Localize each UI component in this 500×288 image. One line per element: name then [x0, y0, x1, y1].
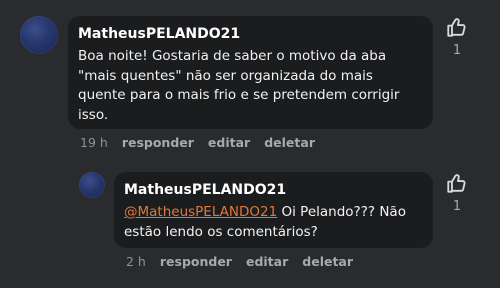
reply-bubble: MatheusPELANDO21 @MatheusPELANDO21 Oi Pe… — [114, 172, 433, 248]
reply-time: 2 h — [126, 254, 146, 269]
like-count: 1 — [452, 43, 462, 58]
delete-button[interactable]: deletar — [264, 135, 315, 151]
reply-text-block: @MatheusPELANDO21 Oi Pelando??? Não estã… — [124, 203, 423, 242]
comment-meta: 19 h responder editar deletar — [80, 135, 329, 151]
comment-time: 19 h — [80, 135, 108, 150]
thumbs-up-icon — [447, 18, 466, 37]
like-button[interactable]: 1 — [444, 172, 470, 214]
thumbs-up-icon — [447, 174, 466, 193]
comment-text: Boa noite! Gostaria de saber o motivo da… — [78, 48, 400, 123]
comment-author[interactable]: MatheusPELANDO21 — [78, 25, 423, 43]
avatar[interactable] — [20, 16, 58, 54]
like-count: 1 — [452, 199, 462, 214]
delete-button[interactable]: deletar — [302, 254, 353, 270]
reply-button[interactable]: responder — [160, 254, 232, 270]
mention-link[interactable]: @MatheusPELANDO21 — [124, 204, 277, 220]
edit-button[interactable]: editar — [246, 254, 288, 270]
reply-button[interactable]: responder — [122, 135, 194, 151]
reply-author[interactable]: MatheusPELANDO21 — [124, 181, 423, 199]
like-button[interactable]: 1 — [444, 16, 470, 58]
avatar[interactable] — [79, 172, 105, 198]
reply-meta: 2 h responder editar deletar — [126, 254, 367, 270]
edit-button[interactable]: editar — [208, 135, 250, 151]
comment-bubble: MatheusPELANDO21 Boa noite! Gostaria de … — [68, 16, 433, 129]
